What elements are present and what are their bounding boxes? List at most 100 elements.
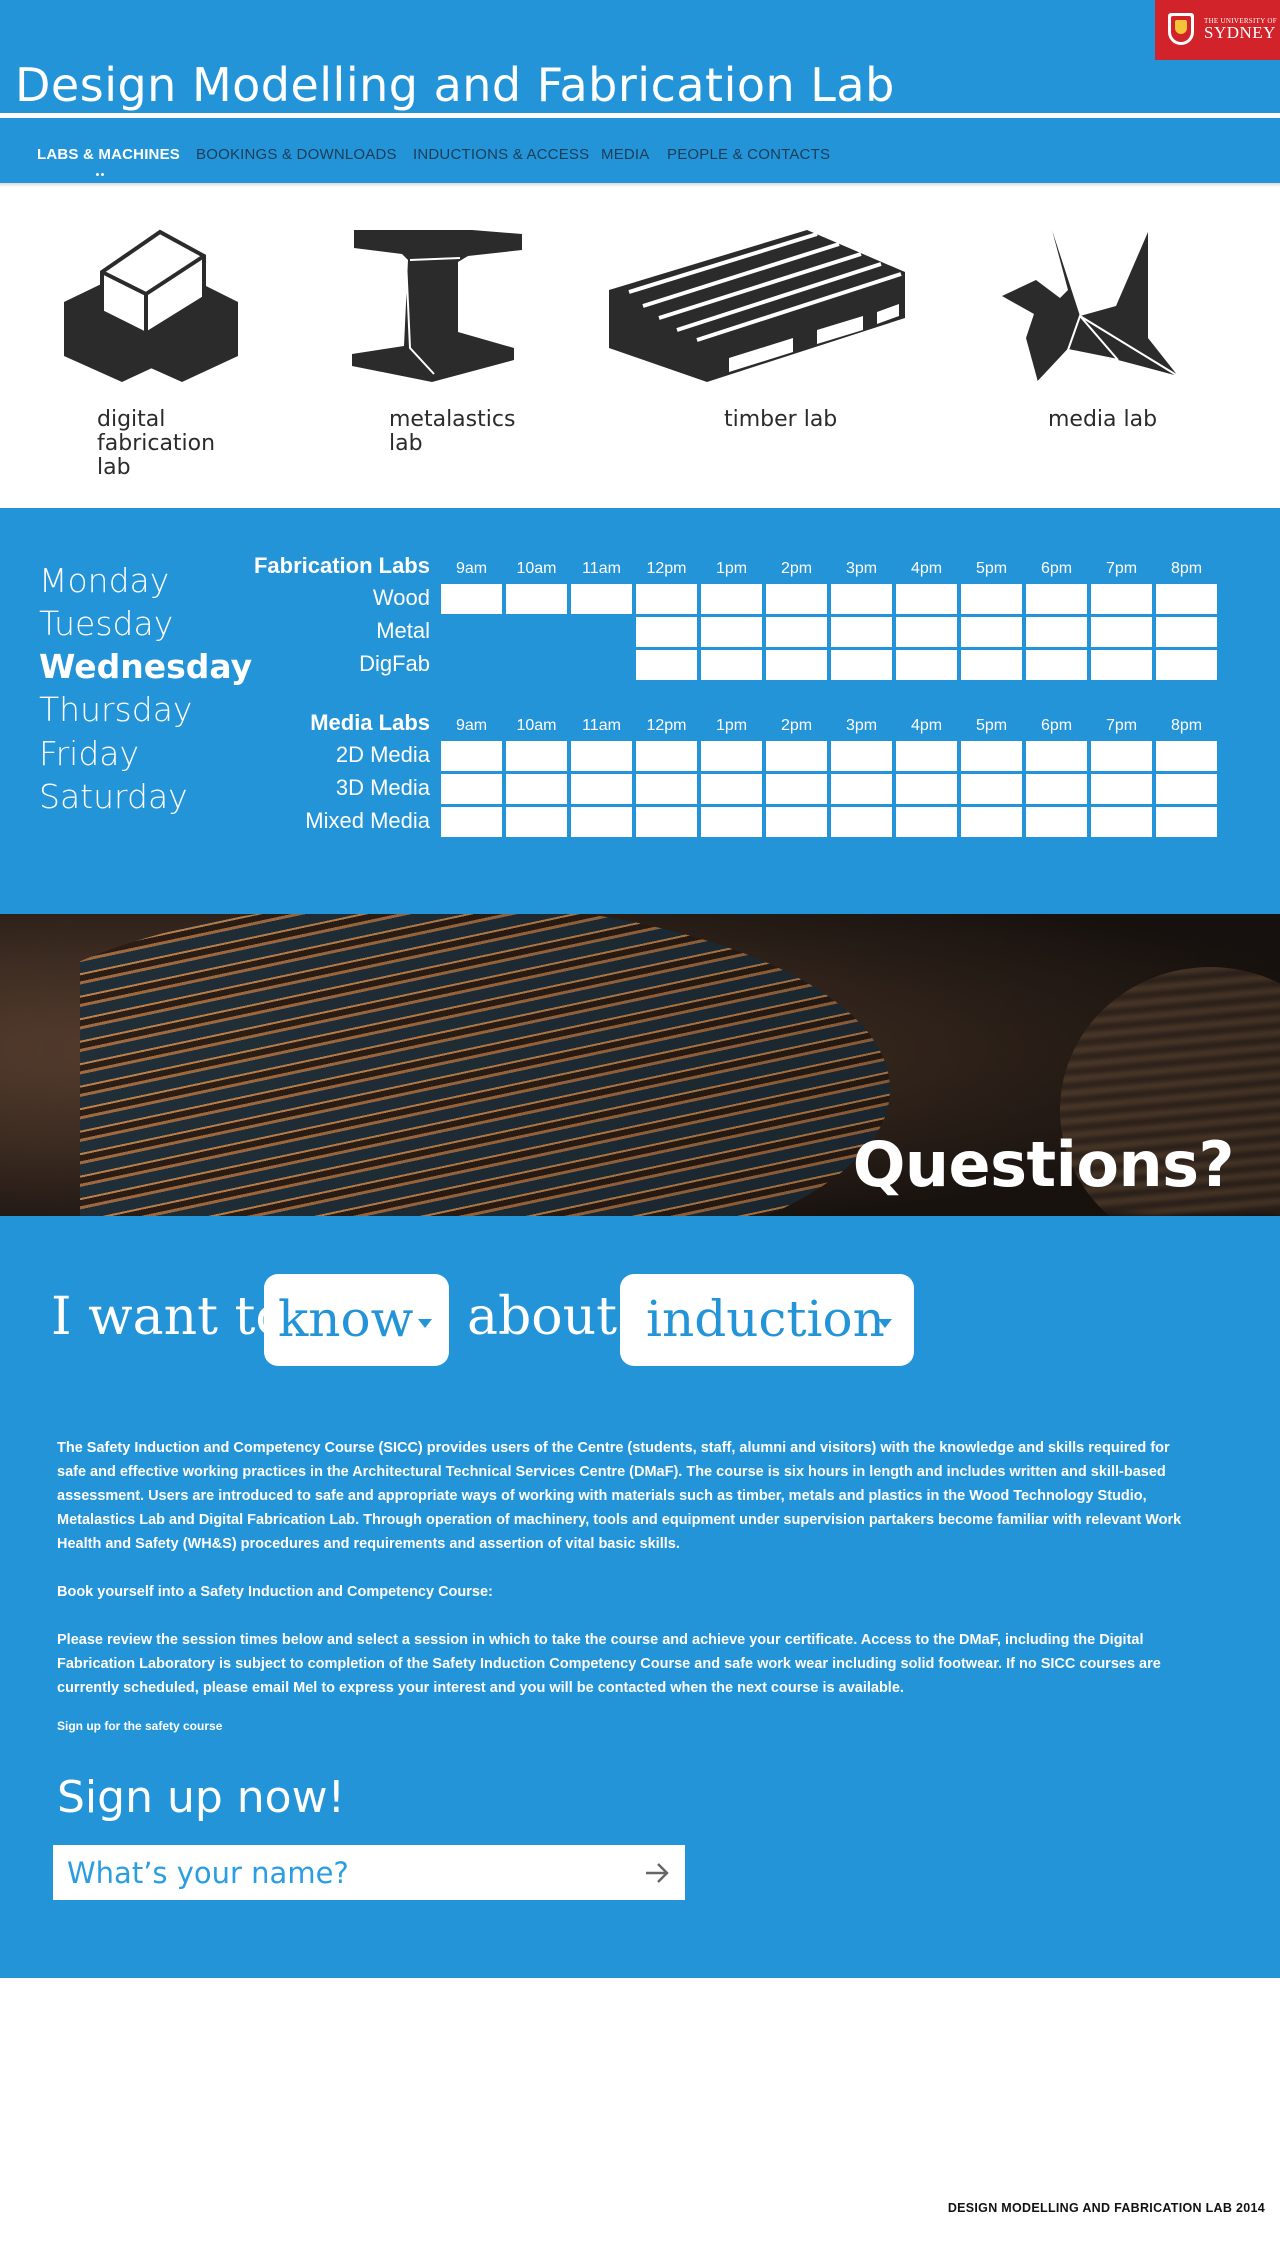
time-slot[interactable]: [1026, 774, 1087, 804]
time-slot[interactable]: [636, 741, 697, 771]
time-slot[interactable]: [831, 774, 892, 804]
time-slot[interactable]: [896, 650, 957, 680]
time-slot[interactable]: [506, 774, 567, 804]
time-slot[interactable]: [571, 774, 632, 804]
time-slot[interactable]: [506, 741, 567, 771]
lab-metalastics[interactable]: metalastics lab: [352, 220, 524, 456]
time-slot[interactable]: [1091, 584, 1152, 614]
time-slot[interactable]: [701, 774, 762, 804]
time-slot[interactable]: [636, 774, 697, 804]
day-wednesday[interactable]: Wednesday: [39, 647, 252, 686]
time-slot[interactable]: [1026, 584, 1087, 614]
hour-label: 2pm: [780, 560, 813, 577]
time-slot[interactable]: [701, 617, 762, 647]
hour-label: 2pm: [780, 717, 813, 734]
time-slot[interactable]: [961, 807, 1022, 837]
time-slot[interactable]: [766, 774, 827, 804]
day-tuesday[interactable]: Tuesday: [39, 604, 173, 643]
time-slot[interactable]: [896, 774, 957, 804]
sicc-description: The Safety Induction and Competency Cour…: [57, 1440, 1182, 1552]
time-slot[interactable]: [961, 650, 1022, 680]
booking-heading: Book yourself into a Safety Induction an…: [57, 1584, 493, 1600]
time-slot[interactable]: [831, 584, 892, 614]
time-slot[interactable]: [831, 617, 892, 647]
lab-media[interactable]: media lab: [998, 220, 1180, 432]
time-slot[interactable]: [766, 807, 827, 837]
time-slot[interactable]: [831, 650, 892, 680]
schedule-group-title: Media Labs: [310, 710, 430, 735]
time-slot[interactable]: [896, 584, 957, 614]
name-input[interactable]: [67, 1855, 627, 1891]
time-slot[interactable]: [896, 807, 957, 837]
time-slot[interactable]: [1026, 650, 1087, 680]
time-slot[interactable]: [441, 741, 502, 771]
nav-item-labs-machines[interactable]: LABS & MACHINES: [37, 146, 180, 163]
hour-label: 6pm: [1040, 717, 1073, 734]
time-slot[interactable]: [636, 807, 697, 837]
time-slot[interactable]: [896, 741, 957, 771]
arrow-right-icon[interactable]: [643, 1859, 671, 1887]
time-slot[interactable]: [896, 617, 957, 647]
time-slot[interactable]: [1156, 774, 1217, 804]
time-slot[interactable]: [571, 741, 632, 771]
day-monday[interactable]: Monday: [39, 561, 169, 600]
nav-item-people-contacts[interactable]: PEOPLE & CONTACTS: [667, 146, 830, 163]
time-slot[interactable]: [571, 807, 632, 837]
time-slot[interactable]: [636, 617, 697, 647]
time-slot[interactable]: [766, 741, 827, 771]
time-slot[interactable]: [441, 774, 502, 804]
time-slot[interactable]: [961, 741, 1022, 771]
time-slot[interactable]: [961, 774, 1022, 804]
time-slot[interactable]: [766, 584, 827, 614]
time-slot[interactable]: [961, 617, 1022, 647]
time-slot[interactable]: [1156, 807, 1217, 837]
lab-timber[interactable]: timber lab: [607, 220, 907, 432]
time-slot[interactable]: [961, 584, 1022, 614]
time-slot[interactable]: [1091, 774, 1152, 804]
time-slot[interactable]: [506, 807, 567, 837]
time-slot[interactable]: [1156, 617, 1217, 647]
time-slot[interactable]: [831, 807, 892, 837]
day-saturday[interactable]: Saturday: [39, 777, 188, 816]
hour-label: 8pm: [1170, 717, 1203, 734]
topic-select[interactable]: induction: [620, 1274, 914, 1366]
active-indicator-icon: [96, 163, 110, 194]
nav-item-bookings-downloads[interactable]: BOOKINGS & DOWNLOADS: [196, 146, 397, 163]
hour-label: 4pm: [910, 560, 943, 577]
chevron-down-icon: [878, 1319, 892, 1328]
time-slot[interactable]: [506, 584, 567, 614]
time-slot[interactable]: [1156, 650, 1217, 680]
nav-item-media[interactable]: MEDIA: [601, 146, 650, 163]
time-slot[interactable]: [1156, 584, 1217, 614]
time-slot[interactable]: [1091, 807, 1152, 837]
time-slot[interactable]: [636, 584, 697, 614]
day-thursday[interactable]: Thursday: [39, 690, 192, 729]
time-slot[interactable]: [1156, 741, 1217, 771]
banner-title: Questions?: [852, 1128, 1235, 1201]
time-slot[interactable]: [571, 584, 632, 614]
time-slot[interactable]: [1026, 741, 1087, 771]
time-slot[interactable]: [1026, 617, 1087, 647]
time-slot[interactable]: [441, 584, 502, 614]
time-slot[interactable]: [831, 741, 892, 771]
verb-select[interactable]: know: [264, 1274, 449, 1366]
time-slot[interactable]: [1091, 617, 1152, 647]
day-friday[interactable]: Friday: [39, 734, 139, 773]
university-logo[interactable]: THE UNIVERSITY OF SYDNEY: [1155, 0, 1280, 60]
time-slot[interactable]: [701, 650, 762, 680]
time-slot[interactable]: [701, 807, 762, 837]
time-slot[interactable]: [701, 584, 762, 614]
lab-digital-fabrication[interactable]: digital fabrication lab: [62, 220, 240, 480]
time-slot[interactable]: [701, 741, 762, 771]
time-slot[interactable]: [1091, 741, 1152, 771]
safety-course-link[interactable]: Sign up for the safety course: [57, 1719, 222, 1733]
time-slot[interactable]: [441, 807, 502, 837]
time-slot[interactable]: [636, 650, 697, 680]
time-slot[interactable]: [1091, 650, 1152, 680]
time-slot[interactable]: [766, 650, 827, 680]
time-slot[interactable]: [766, 617, 827, 647]
time-slot[interactable]: [1026, 807, 1087, 837]
schedule-row-label: DigFab: [359, 651, 430, 676]
nav-item-inductions-access[interactable]: INDUCTIONS & ACCESS: [413, 146, 589, 163]
question-middle: about: [467, 1287, 617, 1347]
